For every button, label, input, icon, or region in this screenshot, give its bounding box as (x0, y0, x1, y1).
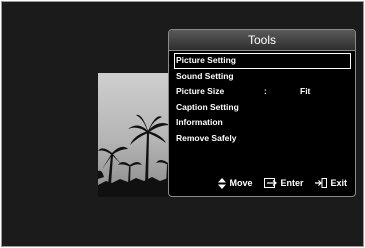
menu-item-label: Caption Setting (176, 101, 239, 112)
tools-menu-list: Picture Setting Sound Setting Picture Si… (174, 53, 351, 146)
exit-hint: Exit (315, 178, 347, 188)
move-label: Move (229, 178, 253, 188)
tv-screen: Tools Picture Setting Sound Setting Pict… (1, 1, 364, 247)
photo-thumbnail (98, 73, 178, 197)
picture-size-value: Fit (300, 86, 311, 96)
value-separator: : (264, 86, 267, 96)
enter-icon (264, 178, 278, 188)
menu-item-label: Remove Safely (176, 132, 237, 143)
navigation-hints: Move Enter Exit (169, 170, 355, 196)
menu-item-information[interactable]: Information (174, 115, 351, 131)
enter-label: Enter (280, 178, 304, 188)
move-hint: Move (218, 177, 253, 189)
menu-item-remove-safely[interactable]: Remove Safely (174, 131, 351, 147)
menu-item-picture-size[interactable]: Picture Size : Fit (174, 84, 351, 100)
tools-menu-panel: Tools Picture Setting Sound Setting Pict… (168, 29, 356, 197)
menu-item-label: Information (176, 117, 223, 127)
panel-title: Tools (169, 30, 355, 51)
menu-item-label: Sound Setting (176, 70, 234, 81)
menu-item-sound-setting[interactable]: Sound Setting (174, 69, 351, 85)
enter-hint: Enter (264, 178, 303, 188)
exit-label: Exit (330, 178, 347, 188)
menu-item-label: Picture Size (176, 86, 225, 96)
exit-icon (315, 178, 328, 188)
menu-item-picture-setting[interactable]: Picture Setting (174, 53, 351, 69)
menu-item-caption-setting[interactable]: Caption Setting (174, 100, 351, 116)
menu-item-label: Picture Setting (176, 55, 236, 65)
up-down-arrow-icon (218, 177, 227, 189)
